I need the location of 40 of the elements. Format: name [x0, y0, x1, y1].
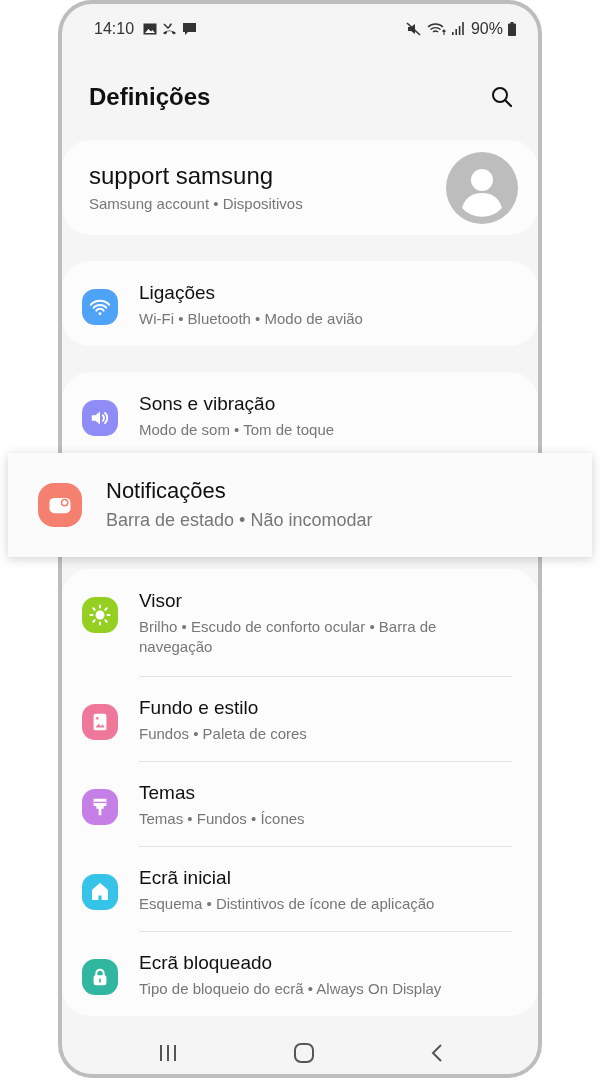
setting-title: Fundo e estilo — [139, 696, 260, 720]
setting-title: Sons e vibração — [139, 391, 277, 416]
message-icon — [182, 21, 198, 36]
settings-item[interactable]: Ecrã inicial Esquema • Distintivos de ícone de aplicação — [62, 846, 512, 931]
home-button-icon[interactable] — [293, 1042, 315, 1064]
image-icon — [143, 22, 158, 35]
account-card[interactable]: support samsung Samsung account • Dispositivos — [62, 140, 538, 235]
cell-signal-icon — [451, 22, 464, 36]
battery-percent: 90% — [470, 19, 503, 38]
settings-item[interactable]: Fundo e estilo Fundos • Paleta de cores — [62, 676, 512, 761]
battery-icon — [508, 21, 516, 36]
account-subtitle: Samsung account • Dispositivos — [89, 193, 303, 214]
setting-subtitle: Fundos • Paleta de cores — [139, 724, 307, 744]
setting-subtitle: Esquema • Distintivos de ícone de aplicação — [139, 894, 435, 914]
settings-item[interactable]: Ecrã bloqueado Tipo de bloqueio do ecrã • Always On Display — [62, 931, 512, 1016]
setting-title: Ecrã bloqueado — [139, 951, 274, 975]
setting-subtitle: Barra de estado • Não incomodar — [106, 509, 373, 532]
setting-title: Visor — [139, 589, 183, 613]
recents-icon[interactable] — [158, 1044, 178, 1062]
setting-subtitle: Wi-Fi • Bluetooth • Modo de avião — [139, 308, 363, 329]
settings-item[interactable]: Visor Brilho • Escudo de conforto ocular • Barra de navegação — [62, 569, 512, 676]
setting-title: Ligações — [139, 280, 217, 305]
settings-item[interactable]: Temas Temas • Fundos • Ícones — [62, 761, 512, 846]
search-icon[interactable] — [490, 85, 514, 110]
back-icon[interactable] — [430, 1043, 444, 1063]
setting-title: Temas — [139, 781, 196, 805]
status-time: 14:10 — [94, 19, 135, 38]
settings-item[interactable]: Ligações Wi-Fi • Bluetooth • Modo de avião — [62, 260, 512, 346]
setting-title: Ecrã inicial — [139, 866, 232, 890]
setting-subtitle: Modo de som • Tom de toque — [139, 419, 335, 440]
setting-title: Notificações — [106, 478, 227, 504]
highlighted-setting-item[interactable]: Notificações Barra de estado • Não incomodar — [8, 453, 592, 557]
missed-call-icon — [162, 22, 178, 36]
setting-subtitle: Brilho • Escudo de conforto ocular • Barra de navegação — [139, 617, 438, 657]
wifi-signal-icon — [426, 21, 447, 36]
account-name: support samsung — [89, 161, 275, 190]
setting-subtitle: Tipo de bloqueio do ecrã • Always On Display — [139, 979, 442, 999]
mute-icon — [405, 21, 422, 36]
setting-subtitle: Temas • Fundos • Ícones — [139, 809, 305, 829]
page-title: Definições — [89, 83, 211, 112]
